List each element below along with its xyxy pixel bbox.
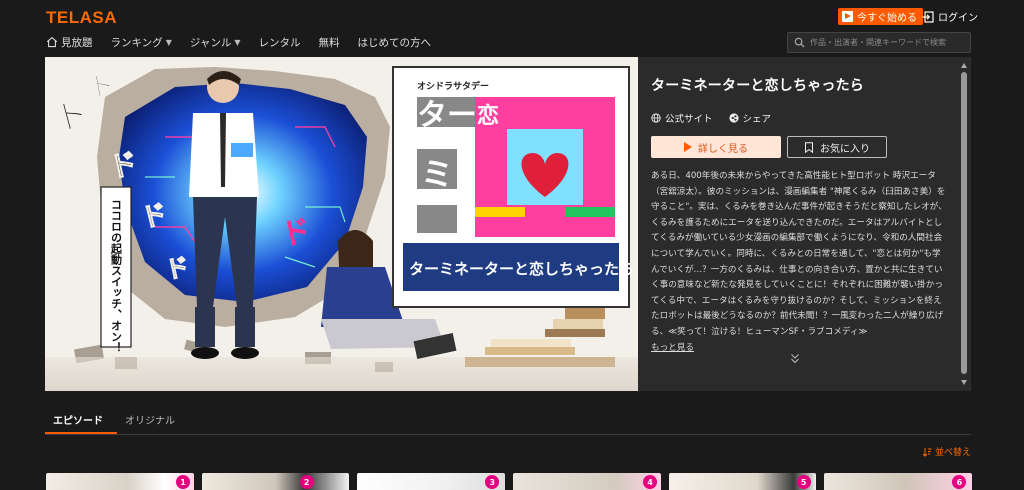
bookmark-icon — [805, 141, 813, 153]
episode-thumbnail[interactable]: 6 — [824, 473, 973, 490]
svg-text:ター: ター — [417, 98, 477, 133]
detail-panel: ターミネーターと恋しちゃったら 公式サイト シェア 詳しく見る お気に入り ある… — [638, 57, 971, 391]
nav-item-genre[interactable]: ジャンル ▼ — [190, 35, 241, 50]
episode-thumbnail[interactable]: 3 — [357, 473, 506, 490]
synopsis-text: ある日、400年後の未来からやってきた高性能ヒト型ロボット 時沢エータ（宮舘涼太… — [651, 171, 947, 337]
tab-original[interactable]: オリジナル — [117, 406, 183, 434]
episode-number-badge: 2 — [299, 475, 314, 489]
episode-thumbnail[interactable]: 5 — [668, 473, 817, 490]
login-button[interactable]: ログイン — [922, 8, 978, 25]
episode-thumbnail[interactable]: 2 — [201, 473, 350, 490]
page-title: ターミネーターと恋しちゃったら — [651, 78, 864, 94]
nav-item-ranking[interactable]: ランキング ▼ — [111, 35, 172, 50]
sort-label: 並べ替え — [935, 448, 972, 458]
episode-thumbnail[interactable]: 4 — [513, 473, 661, 490]
nav-item-label: 無料 — [318, 36, 340, 49]
episode-thumbnail[interactable]: 1 — [46, 473, 194, 490]
chevron-down-icon: ▼ — [165, 37, 172, 47]
key-visual[interactable]: ド ド ド ド ド ド ココロの起動スイッチ、オン！ オシドラサタデー ター ミ — [45, 57, 638, 391]
official-site-label: 公式サイト — [665, 114, 713, 125]
add-favorite-label: お気に入り — [820, 143, 870, 155]
scrollbar-thumb[interactable] — [961, 72, 967, 374]
nav-item-rental[interactable]: レンタル — [258, 35, 300, 50]
search-icon — [794, 37, 805, 48]
episode-list: 1 2 3 4 5 6 — [46, 473, 973, 490]
share-link[interactable]: シェア — [728, 111, 772, 125]
nav-item-free[interactable]: 無料 — [318, 35, 339, 50]
sort-button[interactable]: 並べ替え — [922, 445, 971, 458]
hero-section: ド ド ド ド ド ド ココロの起動スイッチ、オン！ オシドラサタデー ター ミ — [45, 57, 971, 391]
login-label: ログイン — [938, 13, 978, 24]
login-icon — [922, 10, 934, 23]
episode-number-badge: 1 — [176, 475, 190, 489]
scroll-up-icon[interactable] — [961, 63, 967, 68]
svg-text:オシドラサタデー: オシドラサタデー — [417, 80, 489, 92]
scroll-down-icon[interactable] — [961, 380, 967, 385]
nav-item-unlimited[interactable]: 見放題 — [46, 35, 93, 50]
play-icon — [842, 11, 853, 22]
detail-actions: 詳しく見る お気に入り — [651, 136, 953, 158]
nav-item-label: 見放題 — [61, 36, 93, 49]
home-icon — [46, 36, 58, 48]
site-header: TELASA 今すぐ始める ログイン 見放題 ランキング ▼ ジャンル ▼ レン… — [0, 0, 1024, 57]
title-logo-subtitle: ターミネーターと恋しちゃったら — [409, 260, 634, 278]
episode-number-badge: 6 — [952, 475, 967, 489]
sort-icon — [922, 447, 932, 457]
svg-text:恋: 恋 — [477, 103, 499, 129]
view-details-label: 詳しく見る — [698, 143, 748, 155]
globe-icon — [651, 113, 661, 123]
nav-item-label: はじめての方へ — [357, 36, 431, 49]
start-now-button[interactable]: 今すぐ始める — [838, 8, 923, 25]
search-input[interactable] — [810, 38, 960, 47]
search-box[interactable] — [787, 32, 971, 53]
chevron-down-icon[interactable] — [790, 353, 800, 365]
episode-number-badge: 4 — [643, 475, 658, 489]
show-more-link[interactable]: もっと見る — [651, 341, 953, 353]
official-site-link[interactable]: 公式サイト — [651, 111, 713, 125]
nav-item-label: ジャンル — [189, 36, 232, 49]
episode-number-badge: 5 — [796, 475, 811, 489]
detail-links: 公式サイト シェア — [651, 111, 953, 125]
detail-scrollbar[interactable] — [961, 63, 967, 385]
catchphrase-text: ココロの起動スイッチ、オン！ — [110, 199, 124, 353]
svg-text:ド: ド — [87, 70, 118, 104]
view-details-button[interactable]: 詳しく見る — [651, 136, 781, 158]
start-now-label: 今すぐ始める — [857, 13, 917, 24]
telasa-logo[interactable]: TELASA — [46, 8, 117, 28]
episode-number-badge: 3 — [485, 475, 500, 489]
nav-item-beginners[interactable]: はじめての方へ — [357, 35, 431, 50]
chevron-down-icon: ▼ — [234, 37, 241, 47]
tab-episodes[interactable]: エピソード — [45, 406, 117, 434]
nav-item-label: ランキング — [110, 36, 163, 49]
key-visual-art: ド ド ド ド ド ド ココロの起動スイッチ、オン！ オシドラサタデー ター ミ — [45, 57, 638, 391]
share-icon — [728, 113, 739, 123]
content-tabs: エピソード オリジナル — [45, 406, 971, 435]
share-label: シェア — [742, 114, 772, 125]
add-favorite-button[interactable]: お気に入り — [787, 136, 887, 158]
play-icon — [684, 142, 692, 152]
main-nav: 見放題 ランキング ▼ ジャンル ▼ レンタル 無料 はじめての方へ — [46, 34, 449, 50]
svg-text:ミ: ミ — [421, 155, 453, 193]
nav-item-label: レンタル — [258, 36, 301, 49]
title-logo-panel: オシドラサタデー ター ミ 恋 ターミネーターと恋しちゃったら — [392, 66, 634, 308]
